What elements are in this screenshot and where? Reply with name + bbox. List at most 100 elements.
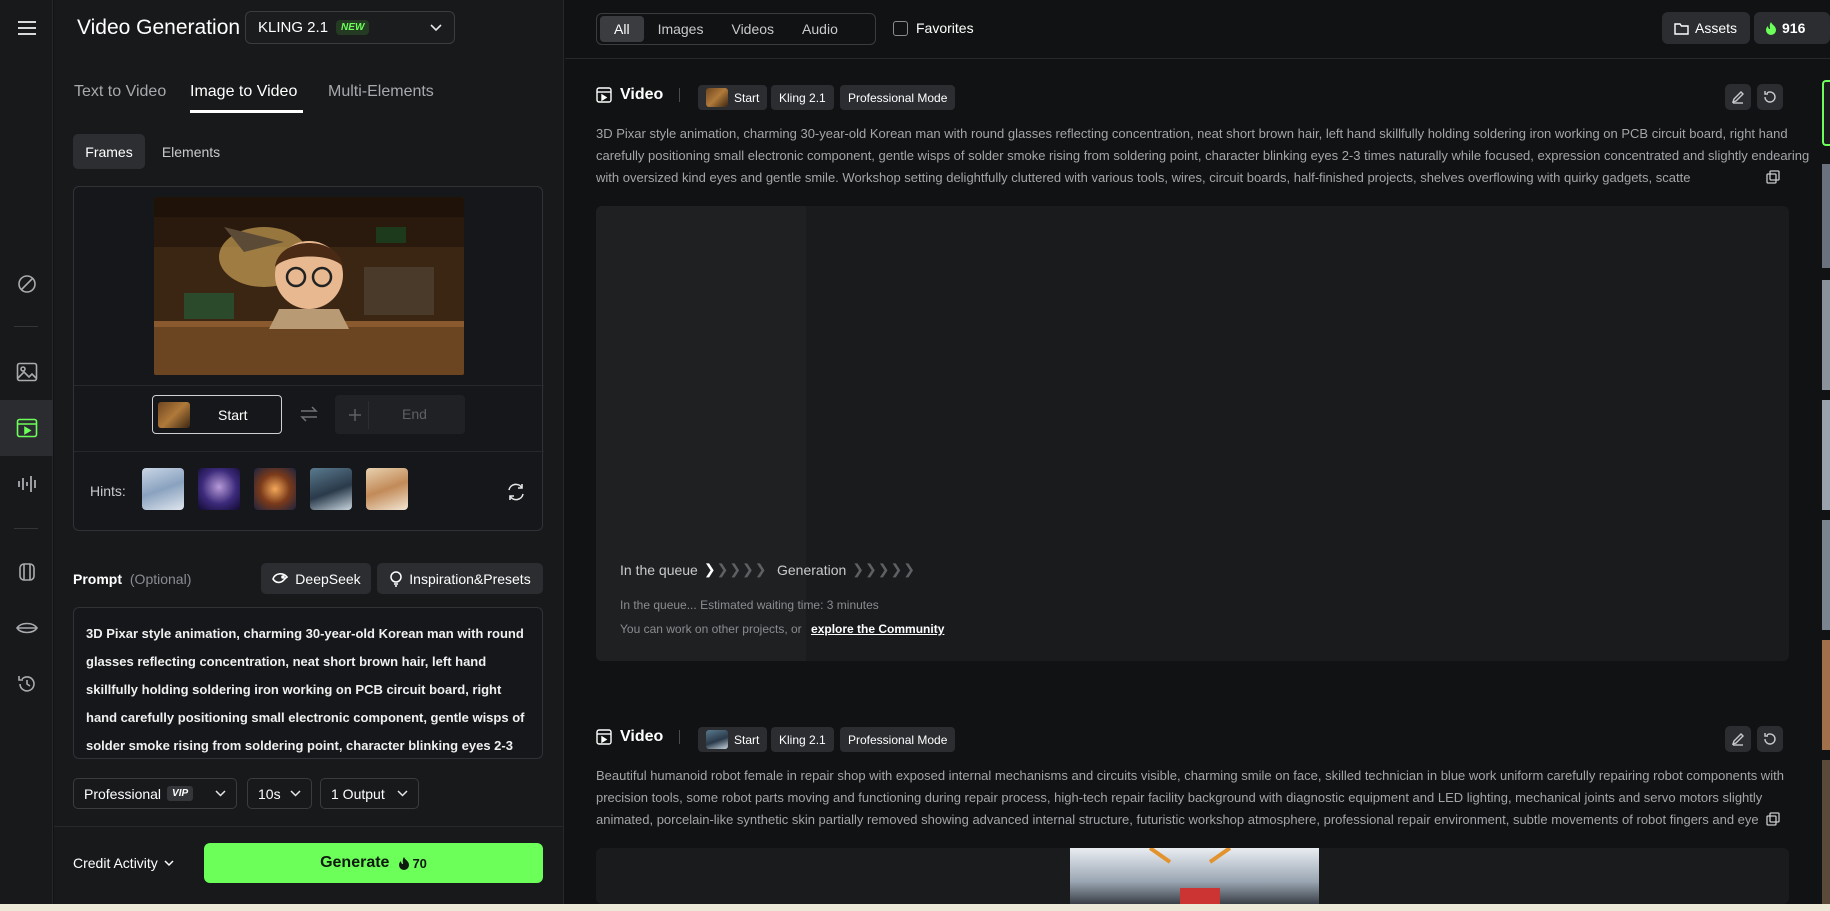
prompt-textarea[interactable]: 3D Pixar style animation, charming 30-ye… — [73, 607, 543, 759]
card-2-tag-start: Start — [698, 727, 768, 752]
side-thumb[interactable] — [1822, 164, 1830, 268]
video-card-icon — [596, 729, 612, 745]
filter-images[interactable]: Images — [644, 16, 718, 42]
generation-label: Generation — [777, 561, 847, 578]
side-thumb[interactable] — [1822, 400, 1830, 510]
side-thumb[interactable] — [1822, 520, 1830, 630]
regenerate-icon[interactable] — [1757, 726, 1783, 752]
tab-multi-elements[interactable]: Multi-Elements — [328, 83, 434, 101]
vip-badge: VIP — [167, 786, 194, 801]
copy-icon[interactable] — [1766, 170, 1780, 184]
side-thumb-active[interactable] — [1822, 80, 1830, 146]
regenerate-icon[interactable] — [1757, 84, 1783, 110]
start-frame-button[interactable]: Start — [152, 395, 282, 434]
credit-activity-dropdown[interactable]: Credit Activity — [73, 855, 174, 871]
mode-select[interactable]: Professional VIP — [73, 778, 237, 809]
results-area: All Images Videos Audio Favorites Assets… — [565, 0, 1830, 904]
duration-select[interactable]: 10s — [247, 778, 312, 809]
edit-icon[interactable] — [1725, 84, 1751, 110]
deepseek-button[interactable]: DeepSeek — [261, 563, 371, 594]
end-label: End — [402, 406, 427, 422]
credits-badge[interactable]: 916 — [1754, 12, 1830, 44]
rail-divider — [14, 528, 38, 529]
inspiration-presets-button[interactable]: Inspiration&Presets — [377, 563, 543, 594]
start-label: Start — [218, 407, 248, 423]
tab-text-to-video[interactable]: Text to Video — [74, 83, 166, 101]
filter-all[interactable]: All — [600, 16, 644, 42]
work-note: You can work on other projects, or explo… — [620, 622, 944, 636]
new-badge: NEW — [336, 20, 370, 35]
hint-thumb-4[interactable] — [310, 468, 352, 510]
rail-lips-icon[interactable] — [0, 600, 53, 656]
active-tab-underline — [190, 110, 303, 113]
subtab-frames[interactable]: Frames — [73, 134, 145, 169]
hint-thumb-1[interactable] — [142, 468, 184, 510]
assets-button[interactable]: Assets — [1662, 12, 1750, 44]
wait-time-note: In the queue... Estimated waiting time: … — [620, 598, 879, 612]
filter-tabs: All Images Videos Audio — [596, 13, 876, 45]
swap-icon[interactable] — [299, 405, 319, 423]
rail-elements-icon[interactable] — [0, 544, 53, 600]
hint-thumb-2[interactable] — [198, 468, 240, 510]
tag-thumb — [706, 88, 728, 107]
favorites-checkbox[interactable] — [893, 20, 908, 36]
frames-divider — [74, 385, 544, 386]
rail-video-icon[interactable] — [0, 400, 53, 456]
tag-label: Start — [734, 732, 760, 747]
card-2-description: Beautiful humanoid robot female in repai… — [596, 768, 1784, 827]
hints-divider — [74, 451, 544, 452]
prompt-label: Prompt — [73, 571, 122, 587]
chevron-down-icon — [290, 790, 301, 797]
rail-audio-icon[interactable] — [0, 456, 53, 512]
generate-button[interactable]: Generate 70 — [204, 843, 543, 883]
side-thumb[interactable] — [1822, 760, 1830, 904]
favorites-toggle[interactable]: Favorites — [893, 20, 974, 36]
output-select[interactable]: 1 Output — [320, 778, 419, 809]
refresh-icon[interactable] — [506, 482, 526, 502]
folder-icon — [1674, 22, 1689, 35]
queue-status: In the queue ❯❯❯❯❯ — [620, 561, 768, 578]
duration-value: 10s — [258, 785, 281, 802]
rail-history-icon[interactable] — [0, 656, 53, 712]
tag-label: Start — [734, 90, 760, 105]
card-2-tag-model: Kling 2.1 — [771, 727, 834, 752]
hint-thumb-5[interactable] — [366, 468, 408, 510]
edit-icon[interactable] — [1725, 726, 1751, 752]
card-1-tag-mode: Professional Mode — [840, 85, 956, 110]
explore-community-link[interactable]: explore the Community — [811, 622, 944, 636]
side-rail — [0, 0, 53, 904]
side-thumb[interactable] — [1822, 280, 1830, 390]
chevron-down-icon — [430, 23, 442, 32]
menu-icon[interactable] — [0, 0, 53, 56]
favorites-label: Favorites — [916, 20, 974, 36]
generation-status: Generation ❯❯❯❯❯ — [777, 561, 916, 578]
side-thumb[interactable] — [1822, 640, 1830, 750]
end-frame-button[interactable]: End — [335, 395, 465, 434]
title-divider — [679, 88, 681, 102]
rail-divider — [14, 326, 38, 327]
filter-videos[interactable]: Videos — [717, 16, 788, 42]
model-select[interactable]: KLING 2.1 NEW — [245, 11, 455, 44]
bottom-edge — [0, 904, 1830, 911]
prompt-optional: (Optional) — [129, 571, 192, 587]
mode-value: Professional — [84, 785, 162, 802]
subtab-elements[interactable]: Elements — [154, 134, 228, 169]
model-name: KLING 2.1 — [258, 19, 329, 36]
card-2-title-text: Video — [620, 728, 664, 745]
lightbulb-icon — [389, 570, 403, 587]
plus-icon — [341, 401, 369, 429]
filter-audio[interactable]: Audio — [788, 16, 852, 42]
footer-divider — [54, 826, 564, 827]
card-1-title-text: Video — [620, 86, 664, 103]
hint-thumb-3[interactable] — [254, 468, 296, 510]
prompt-heading: Prompt (Optional) — [73, 571, 191, 587]
start-frame-preview[interactable] — [154, 197, 464, 375]
chevron-down-icon — [215, 790, 226, 797]
queue-label: In the queue — [620, 561, 698, 578]
rail-image-icon[interactable] — [0, 344, 53, 400]
tab-image-to-video[interactable]: Image to Video — [190, 83, 297, 101]
card-2-video-thumbnail[interactable] — [1070, 848, 1319, 904]
rail-magic-icon[interactable] — [0, 256, 53, 312]
copy-icon[interactable] — [1766, 812, 1780, 826]
progress-fill — [596, 206, 806, 661]
